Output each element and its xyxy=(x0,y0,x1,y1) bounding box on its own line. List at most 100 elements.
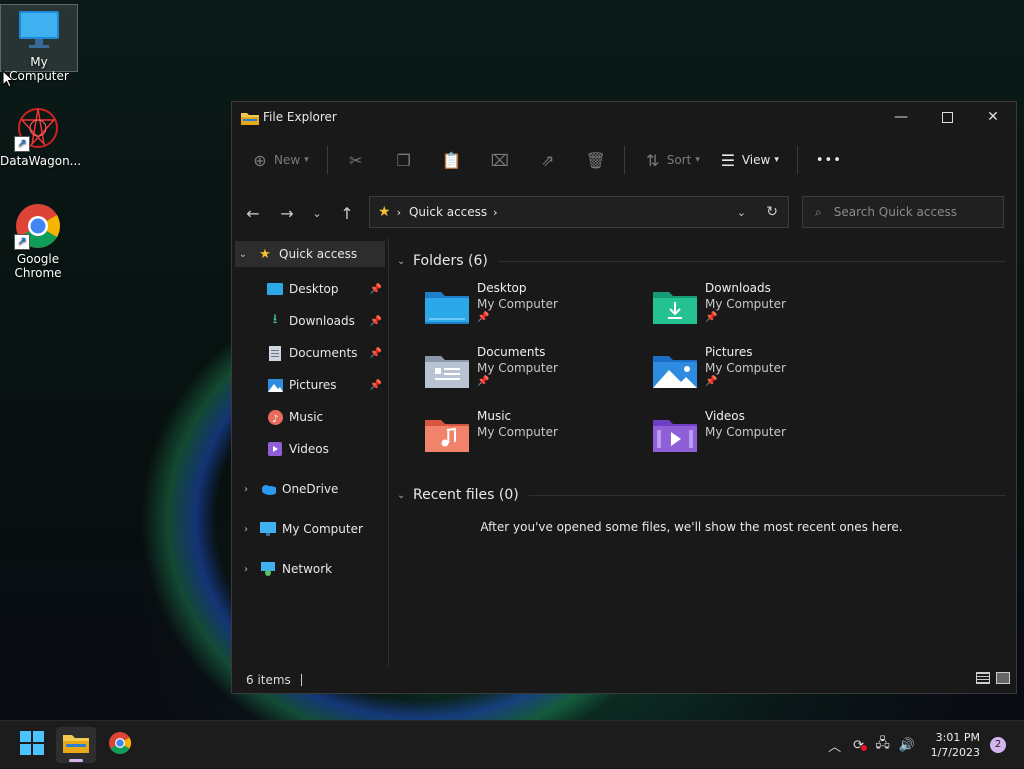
more-dots-icon: ••• xyxy=(815,152,842,168)
nav-item-downloads[interactable]: ⭳ Downloads 📌 xyxy=(232,305,388,337)
nav-item-music[interactable]: ♪ Music xyxy=(232,401,388,433)
nav-item-onedrive[interactable]: › OneDrive xyxy=(232,473,388,505)
file-explorer-app-icon xyxy=(241,110,259,125)
search-box[interactable]: ⌕ xyxy=(802,196,1004,228)
running-indicator xyxy=(69,759,83,762)
minimize-button[interactable]: — xyxy=(878,102,924,132)
section-divider xyxy=(497,260,1006,262)
show-hidden-icons-chevron-icon[interactable]: ︿ xyxy=(823,736,847,755)
nav-item-desktop[interactable]: Desktop 📌 xyxy=(232,273,388,305)
nav-item-label: My Computer xyxy=(282,522,363,536)
address-row: ← → ⌄ ↑ ★ › Quick access › ⌄ ↻ ⌕ xyxy=(232,188,1016,238)
document-icon xyxy=(267,345,283,361)
clock-time: 3:01 PM xyxy=(935,731,980,744)
large-icons-view-icon[interactable] xyxy=(996,672,1010,684)
music-folder-icon xyxy=(425,416,469,452)
shortcut-arrow-icon: ↗ xyxy=(14,234,30,250)
back-button[interactable]: ← xyxy=(236,204,270,223)
mouse-cursor-icon xyxy=(2,69,15,92)
view-label: View xyxy=(741,153,771,167)
toolbar-divider xyxy=(796,146,798,174)
view-list-icon: ☰ xyxy=(720,150,736,170)
copy-button[interactable]: ❐ xyxy=(394,150,414,170)
close-icon: ✕ xyxy=(987,109,999,125)
pin-icon: 📌 xyxy=(369,283,382,295)
address-bar[interactable]: ★ › Quick access › ⌄ ↻ xyxy=(369,196,789,228)
see-more-button[interactable]: ••• xyxy=(816,153,842,168)
notification-badge[interactable]: 2 xyxy=(990,737,1006,753)
delete-button[interactable]: 🗑 xyxy=(586,150,606,170)
details-view-icon[interactable] xyxy=(976,672,990,684)
folder-name: Videos xyxy=(705,409,745,423)
desktop-icon-datawagon[interactable]: ↗ DataWagon... xyxy=(0,104,82,168)
folders-section-header[interactable]: ⌄ Folders (6) xyxy=(397,250,1016,272)
folder-location: My Computer xyxy=(705,361,786,375)
desktop-icon-google-chrome[interactable]: ↗ Google Chrome xyxy=(0,202,76,280)
refresh-icon: ↻ xyxy=(766,204,778,220)
rename-icon: ⌧ xyxy=(490,150,509,170)
new-button[interactable]: ⊕ New ▾ xyxy=(250,150,308,170)
paste-button[interactable]: 📋 xyxy=(442,150,462,170)
recent-locations-button[interactable]: ⌄ xyxy=(304,207,330,220)
nav-item-network[interactable]: › Network xyxy=(232,553,388,585)
folder-downloads[interactable]: Downloads My Computer 📌 xyxy=(653,280,881,344)
title-bar[interactable]: File Explorer — ✕ xyxy=(232,102,1016,132)
chevron-down-icon: ▾ xyxy=(695,155,700,165)
folder-documents[interactable]: Documents My Computer 📌 xyxy=(425,344,653,408)
share-button[interactable]: ⇗ xyxy=(538,150,558,170)
up-button[interactable]: ↑ xyxy=(330,204,364,223)
folder-pictures[interactable]: Pictures My Computer 📌 xyxy=(653,344,881,408)
folder-desktop[interactable]: Desktop My Computer 📌 xyxy=(425,280,653,344)
folder-location: My Computer xyxy=(477,297,558,311)
start-button[interactable] xyxy=(12,727,52,763)
recent-files-section-header[interactable]: ⌄ Recent files (0) xyxy=(397,484,1016,506)
desktop-icon-my-computer[interactable]: My Computer xyxy=(0,4,78,83)
chevron-down-icon: ⌄ xyxy=(238,248,248,260)
nav-item-pictures[interactable]: Pictures 📌 xyxy=(232,369,388,401)
sort-button[interactable]: ⇅ Sort ▾ xyxy=(643,150,700,170)
toolbar-divider xyxy=(623,146,625,174)
monitor-icon xyxy=(260,521,276,537)
svg-text:♪: ♪ xyxy=(272,414,278,425)
chrome-icon: ↗ xyxy=(14,202,62,250)
desktop-icon-label: DataWagon... xyxy=(0,154,82,168)
nav-item-quick-access[interactable]: ⌄ ★ Quick access xyxy=(235,241,385,267)
nav-item-videos[interactable]: Videos xyxy=(232,433,388,465)
volume-icon[interactable]: 🔊 xyxy=(895,738,919,753)
nav-item-label: Downloads xyxy=(289,314,355,328)
maximize-button[interactable] xyxy=(924,102,970,132)
rename-button[interactable]: ⌧ xyxy=(490,150,510,170)
cloud-icon xyxy=(260,481,276,497)
folder-location: My Computer xyxy=(477,425,558,439)
clock[interactable]: 3:01 PM 1/7/2023 xyxy=(931,730,980,760)
close-button[interactable]: ✕ xyxy=(970,102,1016,132)
recent-files-empty-message: After you've opened some files, we'll sh… xyxy=(480,520,903,534)
sync-icon[interactable]: ⟳ xyxy=(847,738,871,753)
star-icon: ★ xyxy=(378,204,391,220)
breadcrumb-quick-access[interactable]: Quick access xyxy=(409,205,487,219)
desktop-folder-icon xyxy=(267,281,283,297)
status-divider xyxy=(300,674,302,686)
taskbar-file-explorer[interactable] xyxy=(56,727,96,763)
recent-heading: Recent files (0) xyxy=(413,487,519,503)
desktop-icon-label: Google Chrome xyxy=(14,252,62,280)
nav-item-documents[interactable]: Documents 📌 xyxy=(232,337,388,369)
folder-music[interactable]: Music My Computer xyxy=(425,408,653,472)
forward-button[interactable]: → xyxy=(270,204,304,223)
pin-icon: 📌 xyxy=(477,312,490,323)
folder-location: My Computer xyxy=(705,425,786,439)
network-status-icon[interactable]: 🖧 xyxy=(871,734,895,756)
taskbar-chrome[interactable] xyxy=(100,727,140,763)
address-dropdown-button[interactable]: ⌄ xyxy=(737,206,746,219)
nav-item-my-computer[interactable]: › My Computer xyxy=(232,513,388,545)
pictures-folder-icon xyxy=(653,352,697,388)
search-input[interactable] xyxy=(831,204,986,220)
desktop-folder-icon xyxy=(425,288,469,324)
refresh-button[interactable]: ↻ xyxy=(766,204,778,220)
view-button[interactable]: ☰ View ▾ xyxy=(718,150,779,170)
cut-button[interactable]: ✂ xyxy=(346,150,366,170)
pictures-icon xyxy=(267,377,283,393)
folder-videos[interactable]: Videos My Computer xyxy=(653,408,881,472)
clock-date: 1/7/2023 xyxy=(930,746,980,759)
command-bar: ⊕ New ▾ ✂ ❐ 📋 ⌧ ⇗ 🗑 ⇅ Sort ▾ ☰ View ▾ ••… xyxy=(232,132,1016,188)
